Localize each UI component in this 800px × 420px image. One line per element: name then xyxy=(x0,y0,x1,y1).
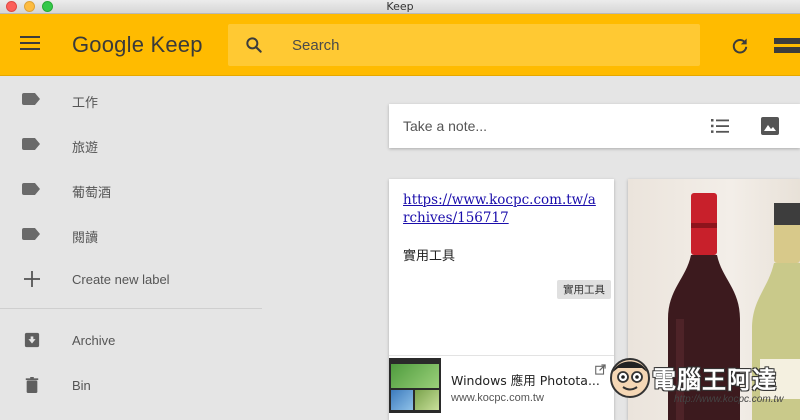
sidebar-item-label: 閱讀 xyxy=(72,230,99,245)
new-list-icon[interactable] xyxy=(711,118,729,134)
sidebar-item-create-label[interactable]: Create new label xyxy=(0,258,270,298)
label-icon xyxy=(22,136,42,152)
trash-icon xyxy=(25,377,39,393)
app-header: Google Keep xyxy=(0,14,800,76)
note-label-chip[interactable]: 實用工具 xyxy=(557,280,611,299)
new-image-note-icon[interactable] xyxy=(761,117,779,135)
link-preview[interactable]: Windows 應用 Phototа... www.kocpc.com.tw xyxy=(389,355,614,420)
sidebar-item-label-wine[interactable]: 葡萄酒 xyxy=(0,168,270,208)
sidebar-item-bin[interactable]: Bin xyxy=(0,364,270,404)
sidebar-item-label: Create new label xyxy=(72,272,170,287)
mascot-face-icon xyxy=(610,358,650,398)
plus-icon xyxy=(24,271,40,287)
search-icon[interactable] xyxy=(244,35,264,55)
note-composer[interactable] xyxy=(389,104,800,148)
watermark-url: http://www.kocpc.com.tw xyxy=(674,394,784,405)
refresh-icon[interactable] xyxy=(730,36,750,56)
search-input[interactable] xyxy=(292,34,672,56)
watermark-text: 電腦王阿達 xyxy=(652,366,777,394)
sidebar-item-label-travel[interactable]: 旅遊 xyxy=(0,123,270,163)
note-text: 實用工具 xyxy=(403,249,456,264)
sidebar-divider xyxy=(0,308,262,309)
sidebar-item-label-work[interactable]: 工作 xyxy=(0,78,270,118)
link-preview-thumbnail xyxy=(389,358,441,413)
label-icon xyxy=(22,91,42,107)
app-brand: Google Keep xyxy=(72,32,203,57)
search-bar[interactable] xyxy=(228,24,700,66)
note-link[interactable]: https://www.kocpc.com.tw/archives/156717 xyxy=(403,191,599,227)
sidebar-item-label: 旅遊 xyxy=(72,140,99,155)
sidebar: 工作 旅遊 葡萄酒 閱讀 Create new label Archive Bi… xyxy=(0,76,270,420)
sidebar-item-label: 葡萄酒 xyxy=(72,185,112,200)
sidebar-item-archive[interactable]: Archive xyxy=(0,319,270,359)
archive-icon xyxy=(24,332,40,348)
label-icon xyxy=(22,226,42,242)
open-external-icon[interactable] xyxy=(595,364,606,375)
window-titlebar: Keep xyxy=(0,0,800,14)
watermark: 電腦王阿達 http://www.kocpc.com.tw xyxy=(608,352,800,408)
main-menu-button[interactable] xyxy=(20,36,40,52)
window-title: Keep xyxy=(386,0,414,13)
sidebar-item-label: Archive xyxy=(72,333,116,348)
sidebar-item-label: Bin xyxy=(72,378,91,393)
sidebar-item-label: 工作 xyxy=(72,95,99,110)
sidebar-item-label-reading[interactable]: 閱讀 xyxy=(0,213,270,253)
list-view-toggle-icon[interactable] xyxy=(774,38,800,54)
link-preview-title: Windows 應用 Phototа... xyxy=(451,373,600,388)
note-card[interactable]: https://www.kocpc.com.tw/archives/156717… xyxy=(389,179,614,420)
label-icon xyxy=(22,181,42,197)
link-preview-domain: www.kocpc.com.tw xyxy=(451,392,544,404)
take-note-input[interactable] xyxy=(403,116,683,136)
